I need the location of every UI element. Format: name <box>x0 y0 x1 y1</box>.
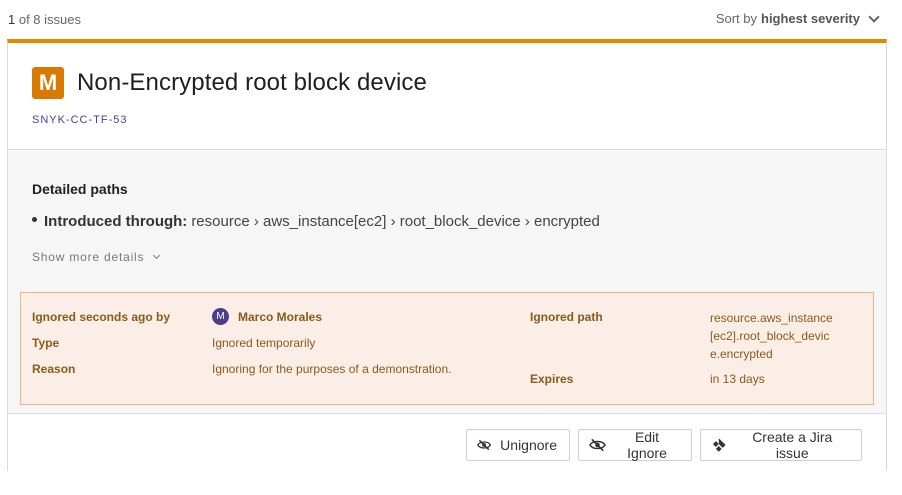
type-label: Type <box>32 336 60 350</box>
create-jira-issue-button[interactable]: Create a Jira issue <box>700 429 862 461</box>
edit-ignore-label: Edit Ignore <box>627 429 667 461</box>
sort-dropdown[interactable]: Sort by highest severity <box>715 10 880 26</box>
ignored-path-label: Ignored path <box>530 310 603 324</box>
issue-body: Detailed paths Introduced through: resou… <box>8 151 886 414</box>
ignored-by-user: Marco Morales <box>238 310 323 324</box>
show-more-label: Show more details <box>32 250 145 264</box>
issue-header: M Non-Encrypted root block device SNYK-C… <box>8 43 886 150</box>
sort-value: highest severity <box>761 11 860 26</box>
unignore-button[interactable]: Unignore <box>466 429 570 461</box>
reason-value: Ignoring for the purposes of a demonstra… <box>212 362 452 376</box>
bullet-icon <box>32 217 37 222</box>
jira-icon <box>712 438 726 452</box>
introduced-label: Introduced through: <box>44 213 188 230</box>
expires-value: in 13 days <box>710 372 765 386</box>
issue-title: Non-Encrypted root block device <box>77 69 427 96</box>
ignored-by-label: Ignored seconds ago by <box>32 310 171 324</box>
issue-id-link[interactable]: SNYK-CC-TF-53 <box>32 114 128 126</box>
introduced-path: resource › aws_instance[ec2] › root_bloc… <box>191 213 600 230</box>
edit-ignore-button[interactable]: Edit Ignore <box>578 429 692 461</box>
create-jira-label: Create a Jira issue <box>752 429 833 461</box>
avatar: M <box>212 308 229 325</box>
issue-actions: Unignore Edit Ignore Create a Jira issue <box>8 415 886 471</box>
reason-label: Reason <box>32 362 76 376</box>
ignored-path-value: resource.aws_instance[ec2].root_block_de… <box>710 311 833 361</box>
eye-off-icon <box>477 439 492 451</box>
severity-badge: M <box>32 67 64 99</box>
detailed-paths-heading: Detailed paths <box>32 181 128 197</box>
unignore-label: Unignore <box>500 437 557 453</box>
chevron-down-icon <box>868 10 880 23</box>
issue-counter: 1 of 8 issues <box>8 12 81 27</box>
introduced-through-row: Introduced through: resource › aws_insta… <box>32 213 600 230</box>
type-value: Ignored temporarily <box>212 336 316 350</box>
issue-card: M Non-Encrypted root block device SNYK-C… <box>7 39 887 471</box>
eye-off-icon <box>589 438 606 452</box>
ignore-info-panel: Ignored seconds ago by M Marco Morales T… <box>20 292 874 405</box>
issues-topbar: 1 of 8 issues Sort by highest severity <box>0 0 902 38</box>
sort-prefix: Sort by <box>715 11 757 26</box>
chevron-down-icon <box>153 251 161 260</box>
show-more-details-toggle[interactable]: Show more details <box>32 250 161 264</box>
expires-label: Expires <box>530 372 574 386</box>
issue-count-text: of 8 issues <box>15 12 81 27</box>
